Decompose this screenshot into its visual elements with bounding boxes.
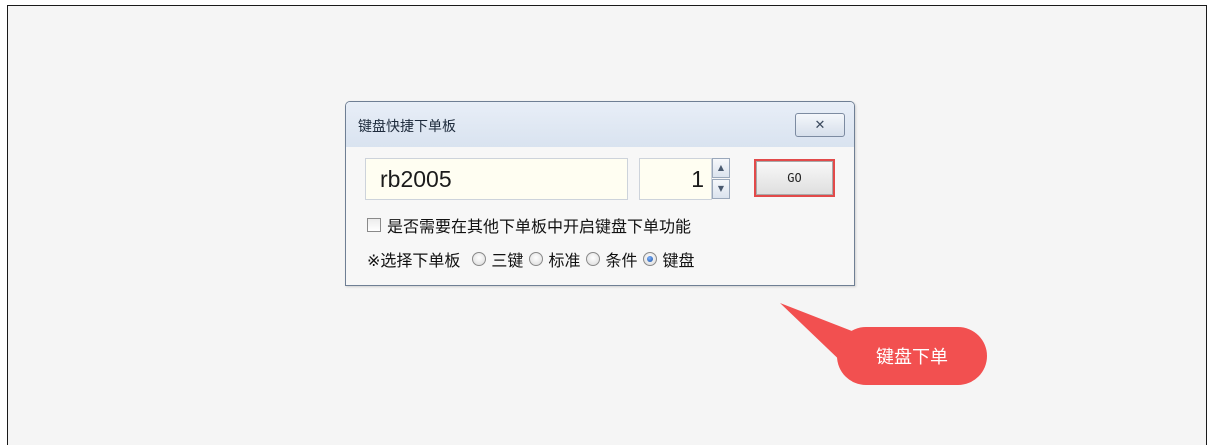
- enable-keyboard-label: 是否需要在其他下单板中开启键盘下单功能: [387, 217, 692, 236]
- keyboard-order-dialog: 键盘快捷下单板 ✕ ▲ ▼ GO 是否需要在其他下单板中开启键盘下单功能 ※选择…: [345, 101, 855, 286]
- panel-select-title: ※选择下单板: [367, 251, 461, 270]
- symbol-input[interactable]: [365, 158, 628, 200]
- radio-button[interactable]: [529, 252, 544, 266]
- close-button[interactable]: ✕: [795, 113, 845, 137]
- panel-select-row: ※选择下单板 三键 标准 条件 键盘: [367, 247, 694, 271]
- radio-option-three-key[interactable]: 三键: [472, 247, 523, 271]
- radio-label: 键盘: [662, 251, 695, 270]
- radio-option-standard[interactable]: 标准: [529, 247, 580, 271]
- dialog-titlebar: 键盘快捷下单板 ✕: [346, 102, 854, 147]
- radio-label: 三键: [491, 251, 524, 270]
- quantity-spinner: ▲ ▼: [712, 158, 730, 200]
- close-icon: ✕: [814, 117, 826, 133]
- enable-keyboard-checkbox[interactable]: [367, 218, 381, 232]
- quantity-decrement-button[interactable]: ▼: [712, 179, 730, 199]
- dialog-content: ▲ ▼ GO 是否需要在其他下单板中开启键盘下单功能 ※选择下单板 三键 标准: [346, 147, 854, 285]
- radio-label: 条件: [605, 251, 638, 270]
- triangle-up-icon: ▲: [717, 163, 725, 172]
- triangle-down-icon: ▼: [717, 184, 725, 193]
- callout-text: 键盘下单: [876, 347, 948, 368]
- radio-button[interactable]: [472, 252, 487, 266]
- radio-option-conditional[interactable]: 条件: [586, 247, 637, 271]
- radio-label: 标准: [548, 251, 581, 270]
- radio-option-keyboard[interactable]: 键盘: [643, 247, 694, 271]
- go-button[interactable]: GO: [754, 159, 835, 197]
- quantity-increment-button[interactable]: ▲: [712, 158, 730, 178]
- radio-button[interactable]: [586, 252, 601, 266]
- enable-keyboard-row: 是否需要在其他下单板中开启键盘下单功能: [367, 213, 691, 237]
- callout-bubble: 键盘下单: [837, 327, 987, 385]
- quantity-input[interactable]: [639, 158, 712, 200]
- radio-button-selected[interactable]: [643, 252, 658, 266]
- dialog-title: 键盘快捷下单板: [358, 119, 456, 135]
